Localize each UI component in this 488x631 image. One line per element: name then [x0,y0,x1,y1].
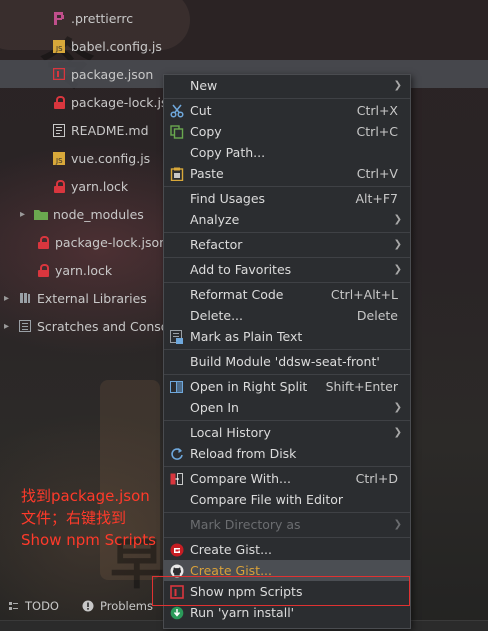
tree-item-label: README.md [71,122,149,138]
npm-icon [52,67,66,81]
copy-icon [170,124,184,139]
submenu-arrow-icon: ❯ [393,402,402,413]
problems-tab[interactable]: Problems [81,599,153,613]
lock-icon [52,95,66,109]
menu-item-cut[interactable]: Cut Ctrl+X [164,100,410,121]
annotation-note: 找到package.json 文件；右键找到 Show npm Scripts [21,485,156,551]
problems-label: Problems [99,599,153,613]
svg-text:JS: JS [55,45,63,53]
tree-item-label: vue.config.js [71,150,151,166]
menu-item-find-usages[interactable]: Find Usages Alt+F7 [164,188,410,209]
tree-item-label: node_modules [53,206,144,222]
menu-item-add-to-favorites[interactable]: Add to Favorites ❯ [164,259,410,280]
menu-item-open-in[interactable]: Open In ❯ [164,397,410,418]
annotation-line: 文件；右键找到 [21,509,127,527]
context-menu: New ❯ Cut Ctrl+X Copy Ctrl+C Copy Path..… [163,74,411,629]
menu-item-mark-directory-as: Mark Directory as ❯ [190,517,402,532]
scratches-icon [18,319,32,333]
menu-separator [164,98,410,99]
chevron-right-icon[interactable]: ▸ [20,209,30,220]
menu-separator [164,232,410,233]
submenu-arrow-icon: ❯ [393,264,402,275]
reload-icon [170,447,184,461]
chevron-right-icon[interactable]: ▸ [4,293,14,304]
menu-separator [164,420,410,421]
menu-separator [164,537,410,538]
menu-item-local-history[interactable]: Local History ❯ [164,422,410,443]
tree-item-label: External Libraries [37,290,147,306]
prettier-icon [52,11,66,25]
submenu-arrow-icon: ❯ [393,427,402,438]
menu-item-paste[interactable]: Paste Ctrl+V [164,163,410,184]
tree-item-babel-config[interactable]: JS babel.config.js [0,32,488,60]
tree-item-label: Scratches and Console [37,318,180,334]
menu-item-analyze[interactable]: Analyze ❯ [164,209,410,230]
menu-item-refactor[interactable]: Refactor ❯ [164,234,410,255]
js-file-icon: JS [52,39,66,53]
markdown-icon [52,123,66,137]
menu-item-compare-file-editor[interactable]: Compare File with Editor [164,489,410,510]
problems-icon [81,599,95,613]
clipboard-icon [170,167,184,181]
todo-icon [6,599,20,613]
menu-separator [164,466,410,467]
tree-item-label: .prettierrc [71,10,134,26]
menu-item-reload-from-disk[interactable]: Reload from Disk [164,443,410,464]
menu-item-mark-plain-text[interactable]: Mark as Plain Text [164,326,410,347]
menu-separator [164,349,410,350]
js-file-icon: JS [52,151,66,165]
menu-item-open-right-split[interactable]: Open in Right Split Shift+Enter [164,376,410,397]
library-icon [18,291,32,305]
lock-icon [36,235,50,249]
menu-item-delete[interactable]: Delete... Delete [164,305,410,326]
submenu-arrow-icon: ❯ [393,80,402,91]
submenu-arrow-icon: ❯ [393,214,402,225]
menu-item-create-gist-gitee[interactable]: Create Gist... [164,539,410,560]
annotation-line: Show npm Scripts [21,531,156,549]
menu-separator [164,512,410,513]
tree-item-label: yarn.lock [55,262,113,278]
lock-icon [36,263,50,277]
annotation-line: 找到package.json [21,487,150,505]
menu-item-new[interactable]: New ❯ [164,75,410,96]
menu-separator [164,282,410,283]
submenu-arrow-icon: ❯ [393,519,402,530]
scissors-icon [170,104,184,118]
tree-item-label: package.json [71,66,154,82]
svg-text:JS: JS [55,157,63,165]
plain-text-icon [170,329,184,344]
todo-tab[interactable]: TODO [6,599,59,613]
tree-item-label: babel.config.js [71,38,162,54]
highlight-box [152,576,410,606]
menu-item-compare-with[interactable]: Compare With... Ctrl+D [164,468,410,489]
split-icon [170,380,184,394]
tree-item-label: yarn.lock [71,178,129,194]
lock-icon [52,179,66,193]
install-icon [170,606,184,620]
menu-item-reformat-code[interactable]: Reformat Code Ctrl+Alt+L [164,284,410,305]
menu-separator [164,186,410,187]
menu-item-copy[interactable]: Copy Ctrl+C [164,121,410,142]
submenu-arrow-icon: ❯ [393,239,402,250]
tree-item-label: package-lock.json [55,234,168,250]
todo-label: TODO [25,599,59,613]
menu-item-build-module[interactable]: Build Module 'ddsw-seat-front' [164,351,410,372]
folder-icon [34,207,48,221]
compare-icon [170,472,184,486]
menu-separator [164,374,410,375]
menu-item-copy-path[interactable]: Copy Path... [164,142,410,163]
menu-separator [164,257,410,258]
tree-item-prettierrc[interactable]: .prettierrc [0,4,488,32]
chevron-right-icon[interactable]: ▸ [4,321,14,332]
gitee-icon [170,543,184,557]
